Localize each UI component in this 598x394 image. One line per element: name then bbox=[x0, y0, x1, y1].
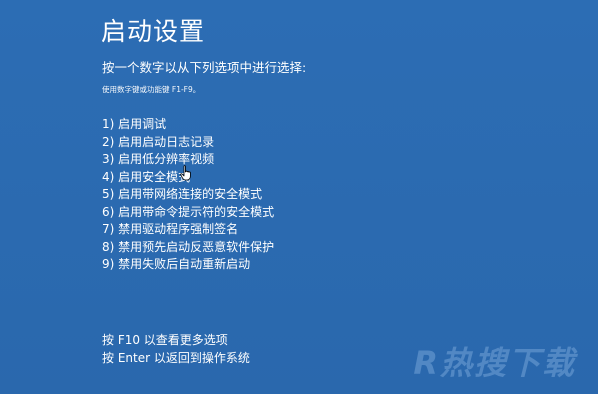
hand-pointer-icon bbox=[180, 165, 191, 181]
page-title: 启动设置 bbox=[101, 17, 206, 46]
startup-options-list: 1) 启用调试 2) 启用启动日志记录 3) 启用低分辨率视频 4) 启用安全模… bbox=[102, 116, 274, 274]
key-hint-text: 使用数字键或功能键 F1-F9。 bbox=[102, 85, 201, 94]
option-safe-mode-with-command-prompt[interactable]: 6) 启用带命令提示符的安全模式 bbox=[102, 204, 274, 222]
option-disable-auto-restart-after-failure[interactable]: 9) 禁用失败后自动重新启动 bbox=[102, 256, 274, 274]
instruction-text: 按一个数字以从下列选项中进行选择: bbox=[102, 60, 307, 75]
footer-hints: 按 F10 以查看更多选项 按 Enter 以返回到操作系统 bbox=[102, 331, 250, 367]
return-to-os-hint: 按 Enter 以返回到操作系统 bbox=[102, 351, 250, 365]
startup-settings-screen: 启动设置 按一个数字以从下列选项中进行选择: 使用数字键或功能键 F1-F9。 … bbox=[0, 0, 598, 394]
option-disable-early-launch-antimalware[interactable]: 8) 禁用预先启动反恶意软件保护 bbox=[102, 239, 274, 257]
option-enable-debugging[interactable]: 1) 启用调试 bbox=[102, 116, 274, 134]
more-options-hint: 按 F10 以查看更多选项 bbox=[102, 333, 228, 347]
option-disable-driver-signature-enforcement[interactable]: 7) 禁用驱动程序强制签名 bbox=[102, 221, 274, 239]
option-enable-boot-logging[interactable]: 2) 启用启动日志记录 bbox=[102, 134, 274, 152]
option-safe-mode-with-networking[interactable]: 5) 启用带网络连接的安全模式 bbox=[102, 186, 274, 204]
watermark-logo: R热搜下载 bbox=[413, 344, 576, 382]
